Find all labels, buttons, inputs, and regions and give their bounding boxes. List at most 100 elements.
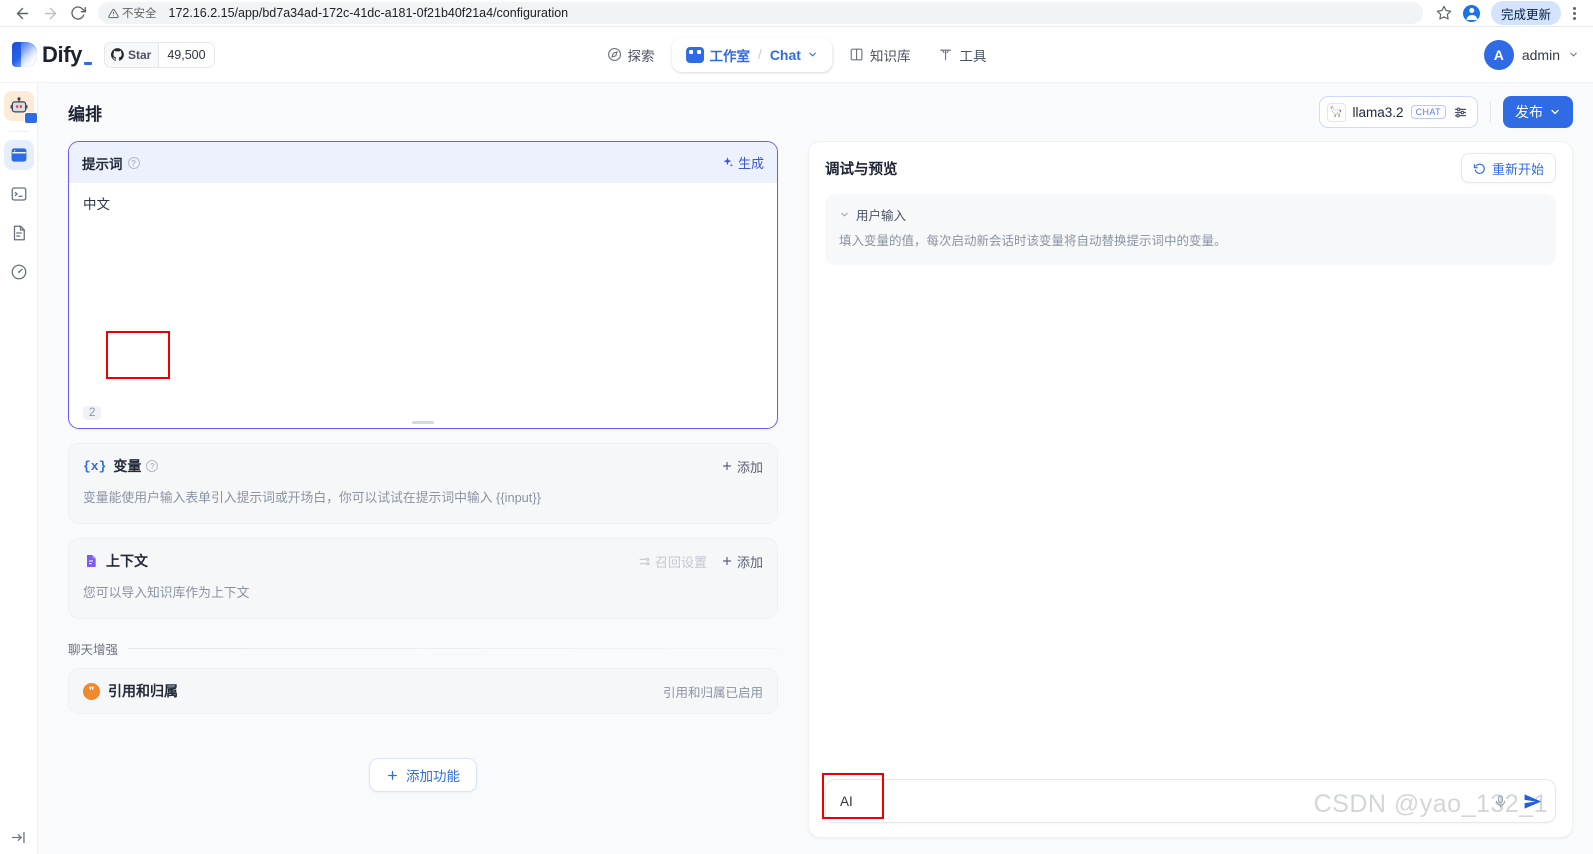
nav-label-tools: 工具 <box>959 48 987 64</box>
sidebar-item-orchestrate[interactable] <box>3 140 34 170</box>
prompt-header: 提示词 ? 生成 <box>69 142 777 183</box>
model-type-badge: CHAT <box>1410 105 1446 119</box>
chevron-down-icon[interactable] <box>839 209 850 220</box>
profile-avatar-icon[interactable] <box>1459 1 1485 25</box>
nav-item-studio[interactable]: 工作室 / Chat <box>671 37 832 72</box>
back-arrow-icon[interactable] <box>8 0 36 26</box>
preview-header: 调试与预览 重新开始 <box>809 142 1572 194</box>
star-count: 49,500 <box>158 42 214 67</box>
model-name: llama3.2 <box>1352 104 1404 120</box>
add-variable-label: 添加 <box>736 459 763 475</box>
nav-item-tools[interactable]: 工具 <box>927 38 997 72</box>
sidebar-item-logs[interactable] <box>4 218 34 248</box>
url-bar[interactable]: 不安全 172.16.2.15/app/bd7a34ad-172c-41dc-a… <box>98 2 1423 24</box>
prompt-char-count: 2 <box>83 406 102 420</box>
browser-actions: 完成更新 <box>1431 1 1585 25</box>
chat-input[interactable]: AI <box>825 779 1556 823</box>
info-icon[interactable]: ? <box>146 460 159 472</box>
nav-label-knowledge: 知识库 <box>869 48 911 64</box>
sliders-icon[interactable] <box>1453 105 1468 120</box>
add-context-label: 添加 <box>736 554 763 570</box>
chat-enhance-section: 聊天增强 ❞ 引用和归属 引用和归属已启用 <box>68 639 778 715</box>
security-indicator[interactable]: 不安全 <box>108 5 157 21</box>
add-variable-button[interactable]: 添加 <box>721 457 763 476</box>
generate-button[interactable]: 生成 <box>721 153 764 172</box>
brand-area: Dify Star 49,500 <box>12 41 215 68</box>
publish-button[interactable]: 发布 <box>1503 96 1573 128</box>
sparkle-icon <box>721 156 734 169</box>
info-icon[interactable]: ? <box>127 156 140 169</box>
llama-icon: 🦙 <box>1326 102 1346 122</box>
context-header: 上下文 召回设置 添加 <box>69 539 777 583</box>
chevron-down-icon[interactable] <box>807 49 818 60</box>
add-feature-button[interactable]: 添加功能 <box>369 758 477 793</box>
context-card: 上下文 召回设置 添加 您可以导入知识库作为上下文 <box>68 538 778 620</box>
sidebar-item-monitoring[interactable] <box>4 257 34 287</box>
variables-description: 变量能使用户输入表单引入提示词或开场白，你可以试试在提示词中输入 {{input… <box>83 490 541 505</box>
variable-icon: {x} <box>83 458 107 474</box>
forward-arrow-icon[interactable] <box>36 0 64 26</box>
editor-layout: 提示词 ? 生成 中文 2 {x} 变量 ? 添加 变量能使用户输入表单引入提示… <box>38 141 1593 854</box>
user-menu[interactable]: A admin <box>1483 39 1579 70</box>
compass-icon <box>607 47 622 62</box>
variables-card: {x} 变量 ? 添加 变量能使用户输入表单引入提示词或开场白，你可以试试在提示… <box>68 443 778 525</box>
add-context-button[interactable]: 添加 <box>721 552 763 571</box>
resize-handle[interactable] <box>412 420 434 424</box>
context-doc-icon <box>83 553 99 569</box>
context-description: 您可以导入知识库作为上下文 <box>83 585 250 601</box>
citation-attribution-item[interactable]: ❞ 引用和归属 引用和归属已启用 <box>68 668 778 715</box>
page-header: 编排 🦙 llama3.2 CHAT 发布 <box>38 83 1593 141</box>
generate-label: 生成 <box>737 156 764 171</box>
app-type-badge <box>23 112 38 124</box>
nav-separator: / <box>758 47 762 62</box>
nav-label-studio: 工作室 <box>709 48 751 64</box>
github-star-widget[interactable]: Star 49,500 <box>103 41 215 68</box>
kebab-menu-icon[interactable] <box>1563 1 1585 25</box>
app-header: Dify Star 49,500 探索 工作室 / Chat 知识库 工具 A … <box>0 27 1593 83</box>
model-selector[interactable]: 🦙 llama3.2 CHAT <box>1318 96 1478 128</box>
nav-item-explore[interactable]: 探索 <box>596 38 666 72</box>
prompt-title: 提示词 <box>82 156 123 172</box>
dify-logo-mark <box>12 42 37 67</box>
sidebar-item-api[interactable] <box>4 179 34 209</box>
security-label: 不安全 <box>122 8 157 20</box>
chat-enhance-label: 聊天增强 <box>68 643 119 658</box>
prompt-text[interactable]: 中文 <box>83 195 763 215</box>
config-column: 提示词 ? 生成 中文 2 {x} 变量 ? 添加 变量能使用户输入表单引入提示… <box>38 141 798 854</box>
restart-label: 重新开始 <box>1491 161 1544 177</box>
book-icon <box>849 47 864 62</box>
dify-logo[interactable]: Dify <box>12 42 92 68</box>
debug-preview-panel: 调试与预览 重新开始 用户输入 填入变量的值，每次启动新会话时该变量将自动替换提… <box>808 141 1573 838</box>
expand-sidebar-icon[interactable] <box>10 829 27 846</box>
reload-icon[interactable] <box>64 0 92 26</box>
citation-status: 引用和归属已启用 <box>662 685 763 700</box>
app-body: 编排 🦙 llama3.2 CHAT 发布 提示词 ? 生成 中文 2 {x} … <box>0 83 1593 854</box>
recall-settings-button[interactable]: 召回设置 <box>638 552 707 571</box>
app-robot-icon[interactable] <box>3 91 38 124</box>
chat-message-area <box>809 265 1572 769</box>
send-icon[interactable] <box>1519 788 1545 814</box>
main-content: 编排 🦙 llama3.2 CHAT 发布 提示词 ? 生成 中文 2 {x} … <box>38 83 1593 854</box>
star-icon[interactable] <box>1431 1 1457 25</box>
microphone-icon[interactable] <box>1489 790 1511 812</box>
preview-column: 调试与预览 重新开始 用户输入 填入变量的值，每次启动新会话时该变量将自动替换提… <box>798 141 1573 854</box>
chat-input-value[interactable]: AI <box>840 794 853 809</box>
avatar[interactable]: A <box>1483 39 1514 70</box>
citation-title: 引用和归属 <box>108 683 178 700</box>
robot-icon <box>685 46 704 63</box>
user-input-title: 用户输入 <box>856 209 907 223</box>
update-button[interactable]: 完成更新 <box>1490 1 1561 25</box>
recall-settings-label: 召回设置 <box>654 554 707 570</box>
chevron-down-icon[interactable] <box>1568 49 1579 60</box>
user-input-description: 填入变量的值，每次启动新会话时该变量将自动替换提示词中的变量。 <box>839 234 1227 248</box>
restart-button[interactable]: 重新开始 <box>1460 153 1556 183</box>
publish-label: 发布 <box>1515 104 1543 120</box>
prompt-editor[interactable]: 中文 2 <box>69 183 777 428</box>
user-name: admin <box>1521 46 1560 63</box>
chat-input-row: AI <box>809 769 1572 837</box>
variables-title: 变量 <box>113 458 142 474</box>
page-header-actions: 🦙 llama3.2 CHAT 发布 <box>1318 96 1573 128</box>
nav-label-explore: 探索 <box>627 48 655 64</box>
nav-item-knowledge[interactable]: 知识库 <box>838 38 922 72</box>
url-text: 172.16.2.15/app/bd7a34ad-172c-41dc-a181-… <box>168 6 569 20</box>
